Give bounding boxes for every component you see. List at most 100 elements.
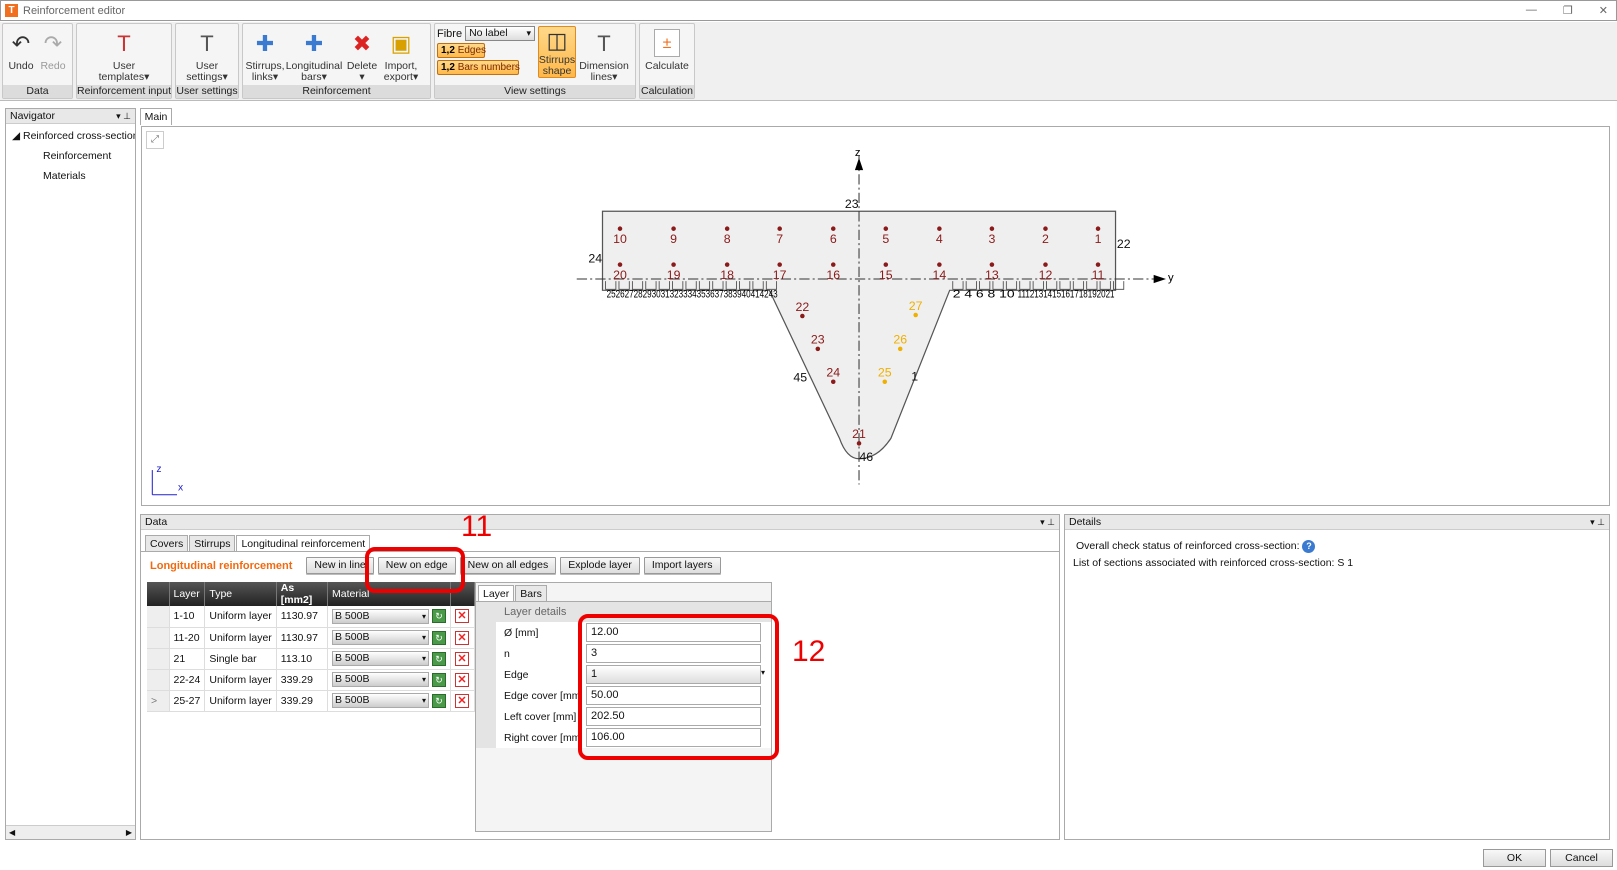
table-row[interactable]: 1-10 Uniform layer 1130.97 B 500B↻ ✕ — [147, 606, 475, 628]
ribbon-group-data: ↶ Undo ↷ Redo Data — [2, 23, 73, 99]
calculate-button[interactable]: ± Calculate — [642, 26, 692, 72]
new-in-line-button[interactable]: New in line — [306, 557, 374, 574]
tab-stirrups[interactable]: Stirrups — [189, 535, 236, 551]
delete-row-icon[interactable]: ✕ — [455, 693, 469, 708]
edges-toggle[interactable]: 1,2 Edges — [437, 43, 486, 58]
refresh-material-icon[interactable]: ↻ — [432, 609, 446, 624]
fit-view-button[interactable]: ⤢ — [146, 131, 164, 149]
new-on-all-edges-button[interactable]: New on all edges — [459, 557, 557, 574]
rebar-dot — [724, 262, 730, 267]
undo-button[interactable]: ↶ Undo — [5, 26, 37, 72]
fibre-select[interactable]: No label — [465, 26, 535, 41]
delete-row-icon[interactable]: ✕ — [455, 609, 469, 624]
sections-list-text: List of sections associated with reinfor… — [1073, 557, 1354, 569]
rebar-dot — [989, 262, 995, 267]
window-title: Reinforcement editor — [23, 4, 126, 17]
rebar-label: 13 — [985, 268, 999, 282]
delete-row-icon[interactable]: ✕ — [455, 651, 469, 666]
column-header[interactable]: As [mm2] — [276, 582, 329, 606]
ok-button[interactable]: OK — [1483, 849, 1546, 867]
cancel-button[interactable]: Cancel — [1550, 849, 1613, 867]
rebar-dot — [1095, 226, 1101, 231]
material-select[interactable]: B 500B — [332, 651, 429, 666]
row-selector[interactable] — [147, 606, 170, 628]
row-selector[interactable] — [147, 669, 170, 691]
tab-covers[interactable]: Covers — [145, 535, 189, 551]
pin-icon[interactable]: ▾ ⊥ — [1040, 515, 1055, 530]
layers-table: Layer Type As [mm2] Material 1-10 Unifor… — [147, 582, 475, 712]
delete-row-icon[interactable]: ✕ — [455, 672, 469, 687]
delete-row-icon[interactable]: ✕ — [455, 630, 469, 645]
tab-main[interactable]: Main — [140, 108, 172, 125]
rebar-dot — [989, 226, 995, 231]
edge-label: 24 — [588, 252, 602, 266]
stirrups-links-button[interactable]: ✚ Stirrups, links▾ — [245, 26, 285, 83]
material-select[interactable]: B 500B — [332, 630, 429, 645]
table-row[interactable]: > 25-27 Uniform layer 339.29 B 500B↻ ✕ — [147, 690, 475, 712]
material-select[interactable]: B 500B — [332, 672, 429, 687]
user-settings-button[interactable]: T User settings▾ — [182, 26, 232, 83]
tab-bars[interactable]: Bars — [515, 585, 547, 601]
refresh-material-icon[interactable]: ↻ — [432, 693, 446, 708]
user-templates-button[interactable]: T User templates▾ — [94, 26, 154, 83]
column-header[interactable]: Type — [204, 582, 277, 606]
rebar-label: 14 — [933, 268, 947, 282]
details-title: Details — [1069, 516, 1102, 528]
rebar-label: 22 — [795, 300, 809, 314]
import-layers-button[interactable]: Import layers — [643, 557, 721, 574]
row-selector[interactable]: > — [147, 690, 170, 712]
redo-button[interactable]: ↷ Redo — [37, 26, 69, 72]
material-select[interactable]: B 500B — [332, 693, 429, 708]
cell-layer: 22-24 — [169, 669, 206, 691]
tree-item-materials[interactable]: Materials — [6, 166, 135, 186]
minimize-button[interactable]: — — [1526, 4, 1537, 17]
refresh-material-icon[interactable]: ↻ — [432, 651, 446, 666]
tree-item-reinforced-cross-section[interactable]: ◢ Reinforced cross-section — [6, 126, 135, 146]
section-canvas[interactable]: ⤢ y z 23 22 24 45 1 46 2526272829303132333435363… — [141, 126, 1610, 506]
rebar-label: 1 — [1095, 232, 1102, 246]
pin-icon[interactable]: ▾ ⊥ — [116, 109, 131, 124]
delete-button[interactable]: ✖ Delete ▾ — [343, 26, 381, 83]
help-icon[interactable]: ? — [1302, 540, 1316, 553]
row-selector[interactable] — [147, 648, 170, 670]
z-arrow-icon — [854, 157, 864, 171]
table-row[interactable]: 22-24 Uniform layer 339.29 B 500B↻ ✕ — [147, 669, 475, 691]
maximize-button[interactable]: ❐ — [1563, 4, 1573, 17]
import-icon: ▣ — [390, 30, 412, 56]
longitudinal-bars-button[interactable]: ✚ Longitudinal bars▾ — [285, 26, 343, 83]
details-panel: Details ▾ ⊥ Overall check status of reinf… — [1064, 514, 1610, 840]
dimension-lines-button[interactable]: T Dimension lines▾ — [579, 26, 629, 83]
title-bar: T Reinforcement editor — ❐ ✕ — [0, 0, 1617, 21]
rebar-label: 27 — [909, 299, 923, 313]
tab-layer[interactable]: Layer — [478, 585, 515, 601]
section-heading: Longitudinal reinforcement — [150, 559, 293, 572]
data-panel-title: Data — [145, 516, 168, 528]
bars-numbers-toggle[interactable]: 1,2 Bars numbers — [437, 60, 520, 75]
row-selector[interactable] — [147, 627, 170, 649]
stirrups-shape-button[interactable]: ◫ Stirrups shape — [538, 26, 576, 78]
table-row[interactable]: 21 Single bar 113.10 B 500B↻ ✕ — [147, 648, 475, 670]
material-select[interactable]: B 500B — [332, 608, 429, 624]
dimension-icon: T — [597, 30, 611, 56]
rebar-dot — [830, 379, 836, 384]
column-header[interactable]: Layer — [169, 582, 206, 606]
horizontal-scrollbar[interactable]: ◀ ▶ — [6, 825, 135, 839]
close-button[interactable]: ✕ — [1599, 4, 1608, 17]
rebar-label: 12 — [1039, 268, 1053, 282]
refresh-material-icon[interactable]: ↻ — [432, 672, 446, 687]
pin-icon[interactable]: ▾ ⊥ — [1590, 515, 1605, 530]
table-row[interactable]: 11-20 Uniform layer 1130.97 B 500B↻ ✕ — [147, 627, 475, 649]
rebar-label: 10 — [613, 232, 627, 246]
group-label: Calculation — [640, 85, 694, 98]
explode-layer-button[interactable]: Explode layer — [560, 557, 640, 574]
rebar-dot — [856, 441, 862, 446]
rebar-label: 20 — [613, 268, 627, 282]
tab-longitudinal-reinforcement[interactable]: Longitudinal reinforcement — [236, 535, 371, 551]
check-status-text: Overall check status of reinforced cross… — [1076, 540, 1300, 552]
rebar-dot — [815, 346, 821, 352]
cell-as: 1130.97 — [276, 627, 329, 649]
tree-item-reinforcement[interactable]: Reinforcement — [6, 146, 135, 166]
annotation-box-11 — [365, 547, 465, 593]
import-export-button[interactable]: ▣ Import, export▾ — [381, 26, 421, 83]
refresh-material-icon[interactable]: ↻ — [432, 630, 446, 645]
